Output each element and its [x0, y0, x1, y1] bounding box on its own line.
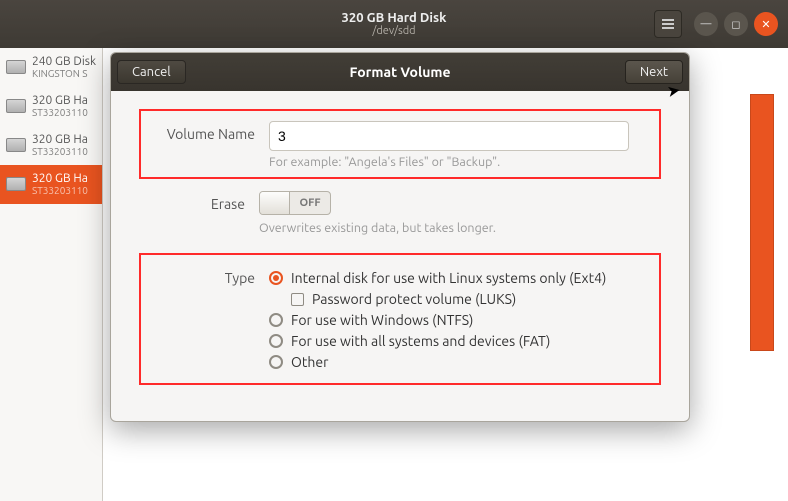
type-option-ntfs[interactable]: For use with Windows (NTFS)	[269, 312, 651, 328]
option-label: Password protect volume (LUKS)	[312, 291, 516, 307]
disk-icon	[6, 138, 26, 152]
next-button[interactable]: Next	[625, 60, 683, 84]
volume-name-hint: For example: "Angela's Files" or "Backup…	[269, 155, 651, 169]
option-label: Other	[291, 354, 328, 370]
disk-item[interactable]: 320 GB Ha ST33203110	[0, 126, 102, 165]
disk-name: 320 GB Ha	[32, 133, 88, 146]
row-type: Type Internal disk for use with Linux sy…	[149, 265, 651, 375]
disk-icon	[6, 177, 26, 191]
type-option-other[interactable]: Other	[269, 354, 651, 370]
dialog-body: Volume Name For example: "Angela's Files…	[111, 91, 689, 421]
highlight-volume-name: Volume Name For example: "Angela's Files…	[139, 109, 661, 179]
row-volume-name: Volume Name For example: "Angela's Files…	[149, 121, 651, 169]
toggle-knob	[260, 192, 290, 214]
type-option-ext4[interactable]: Internal disk for use with Linux systems…	[269, 270, 651, 286]
disk-icon	[6, 99, 26, 113]
minimize-button[interactable]: ―	[694, 12, 718, 36]
window-controls: ― ◻ ✕	[654, 10, 778, 38]
type-option-fat[interactable]: For use with all systems and devices (FA…	[269, 333, 651, 349]
checkbox-icon	[291, 293, 304, 306]
disk-sidebar: 240 GB Disk KINGSTON S 320 GB Ha ST33203…	[0, 48, 103, 501]
disks-window: 320 GB Hard Disk /dev/sdd ― ◻ ✕ 240 GB D…	[0, 0, 788, 501]
titlebar: 320 GB Hard Disk /dev/sdd ― ◻ ✕	[0, 0, 788, 48]
maximize-button[interactable]: ◻	[724, 12, 748, 36]
erase-label: Erase	[139, 191, 259, 212]
toggle-state: OFF	[290, 197, 330, 209]
window-title: 320 GB Hard Disk /dev/sdd	[342, 11, 447, 37]
disk-sub: ST33203110	[32, 185, 88, 196]
disk-name: 320 GB Ha	[32, 172, 88, 185]
radio-icon	[269, 313, 283, 327]
type-label: Type	[149, 265, 269, 286]
disk-sub: ST33203110	[32, 146, 88, 157]
row-erase: Erase OFF Overwrites existing data, but …	[139, 191, 661, 235]
option-label: Internal disk for use with Linux systems…	[291, 270, 606, 286]
close-button[interactable]: ✕	[754, 12, 778, 36]
dialog-header: Cancel Format Volume Next	[111, 53, 689, 91]
menu-button[interactable]	[654, 10, 682, 38]
title-sub: /dev/sdd	[342, 25, 447, 37]
volume-name-input[interactable]	[269, 121, 629, 151]
volume-strip	[750, 94, 774, 351]
volume-name-label: Volume Name	[149, 121, 269, 142]
hamburger-icon	[662, 23, 674, 25]
format-dialog: Cancel Format Volume Next Volume Name Fo…	[110, 52, 690, 422]
highlight-type: Type Internal disk for use with Linux sy…	[139, 253, 661, 385]
radio-icon	[269, 334, 283, 348]
cancel-button[interactable]: Cancel	[117, 60, 186, 84]
erase-toggle[interactable]: OFF	[259, 191, 331, 215]
disk-item[interactable]: 240 GB Disk KINGSTON S	[0, 48, 102, 87]
radio-icon	[269, 355, 283, 369]
disk-sub: ST33203110	[32, 107, 88, 118]
erase-hint: Overwrites existing data, but takes long…	[259, 221, 661, 235]
type-option-luks[interactable]: Password protect volume (LUKS)	[291, 291, 651, 307]
disk-sub: KINGSTON S	[32, 68, 96, 79]
dialog-title: Format Volume	[349, 64, 450, 80]
disk-item-selected[interactable]: 320 GB Ha ST33203110	[0, 165, 102, 204]
disk-icon	[6, 60, 26, 74]
radio-icon	[269, 271, 283, 285]
disk-item[interactable]: 320 GB Ha ST33203110	[0, 87, 102, 126]
title-main: 320 GB Hard Disk	[342, 11, 447, 25]
disk-name: 240 GB Disk	[32, 55, 96, 68]
option-label: For use with all systems and devices (FA…	[291, 333, 550, 349]
disk-name: 320 GB Ha	[32, 94, 88, 107]
option-label: For use with Windows (NTFS)	[291, 312, 473, 328]
